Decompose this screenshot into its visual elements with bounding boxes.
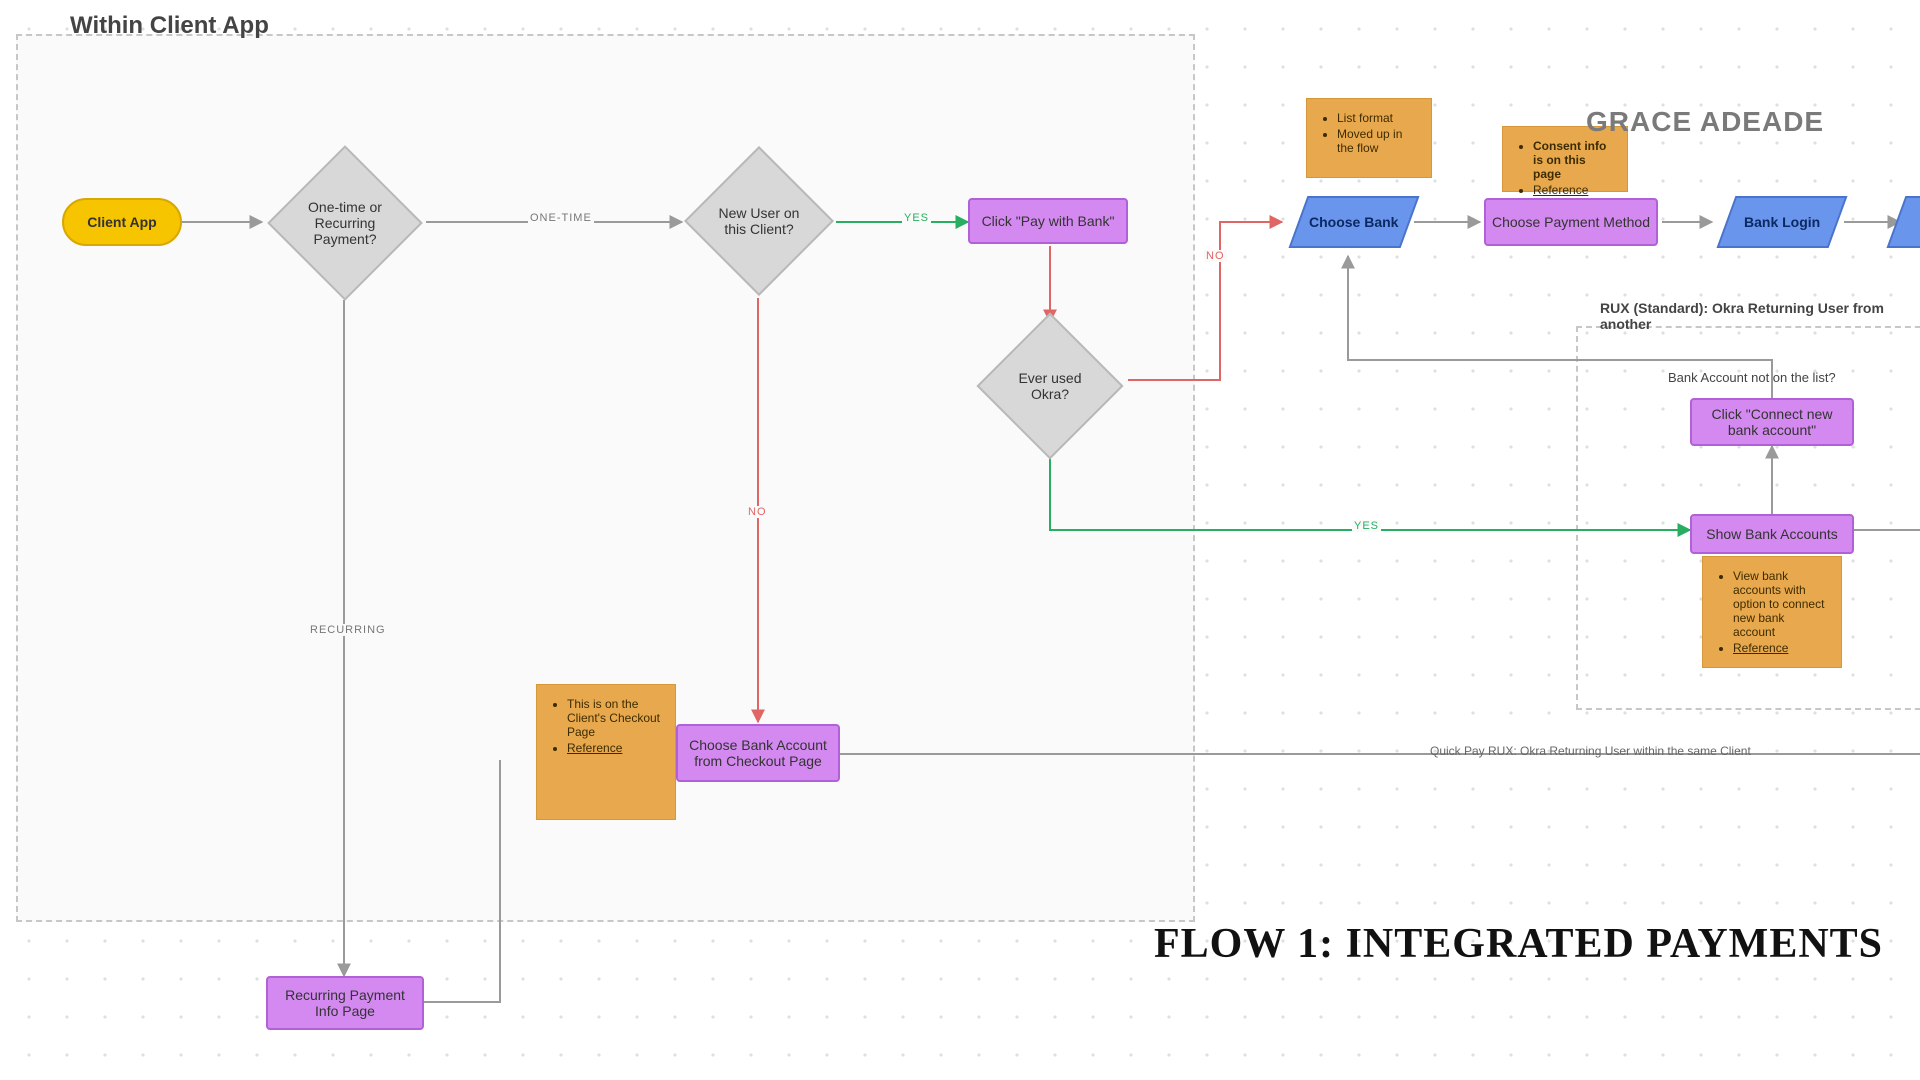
group-title-client-app: Within Client App [70,12,269,40]
overlay-flow-title: FLOW 1: INTEGRATED PAYMENTS [1154,920,1883,968]
node-new-user-label: New User on this Client? [714,205,804,237]
node-choose-payment-method[interactable]: Choose Payment Method [1484,198,1658,246]
group-title-rux: RUX (Standard): Okra Returning User from… [1600,300,1920,332]
edge-label-recurring: RECURRING [308,624,388,636]
node-recurring-info-label: Recurring Payment Info Page [274,987,416,1019]
edge-label-one-time: ONE-TIME [528,212,594,224]
note-choose-bank-2: Moved up in the flow [1337,127,1417,155]
note-consent-1: Consent info is on this page [1533,139,1606,181]
edge-label-new-user-yes: YES [902,212,931,224]
node-recurring-info[interactable]: Recurring Payment Info Page [266,976,424,1030]
node-payment-type-label: One-time or Recurring Payment? [298,199,392,247]
node-show-bank-accounts[interactable]: Show Bank Accounts [1690,514,1854,554]
node-client-app[interactable]: Client App [62,198,182,246]
note-accounts-ref: Reference [1733,641,1788,655]
edge-label-new-user-no: NO [746,506,769,518]
node-client-app-label: Client App [87,214,156,230]
node-choose-from-checkout-label: Choose Bank Account from Checkout Page [684,737,832,769]
note-consent-ref: Reference [1533,183,1588,197]
label-bank-not-listed: Bank Account not on the list? [1668,370,1836,385]
note-choose-bank-1: List format [1337,111,1417,125]
node-choose-bank[interactable]: Choose Bank [1289,196,1420,248]
node-ever-used-okra-label: Ever used Okra? [1006,370,1094,402]
overlay-author-name: GRACE ADEADE [1586,106,1824,138]
node-show-bank-accounts-label: Show Bank Accounts [1706,526,1838,542]
node-pay-with-bank-label: Click "Pay with Bank" [982,213,1115,229]
edge-label-okra-no: NO [1204,250,1227,262]
node-bank-login-label: Bank Login [1744,214,1820,230]
note-checkout-page-ref: Reference [567,741,622,755]
node-choose-bank-label: Choose Bank [1309,214,1398,230]
node-connect-new-bank[interactable]: Click "Connect new bank account" [1690,398,1854,446]
node-choose-from-checkout[interactable]: Choose Bank Account from Checkout Page [676,724,840,782]
node-choose-payment-method-label: Choose Payment Method [1492,214,1650,230]
node-pay-with-bank[interactable]: Click "Pay with Bank" [968,198,1128,244]
edge-label-okra-yes: YES [1352,520,1381,532]
label-quickpay: Quick Pay RUX: Okra Returning User withi… [1430,744,1751,758]
note-accounts: View bank accounts with option to connec… [1702,556,1842,668]
note-choose-bank: List format Moved up in the flow [1306,98,1432,178]
node-bank-login[interactable]: Bank Login [1717,196,1848,248]
note-checkout-page-1: This is on the Client's Checkout Page [567,697,661,739]
note-checkout-page: This is on the Client's Checkout Page Re… [536,684,676,820]
node-connect-new-bank-label: Click "Connect new bank account" [1698,406,1846,438]
note-accounts-1: View bank accounts with option to connec… [1733,569,1827,639]
